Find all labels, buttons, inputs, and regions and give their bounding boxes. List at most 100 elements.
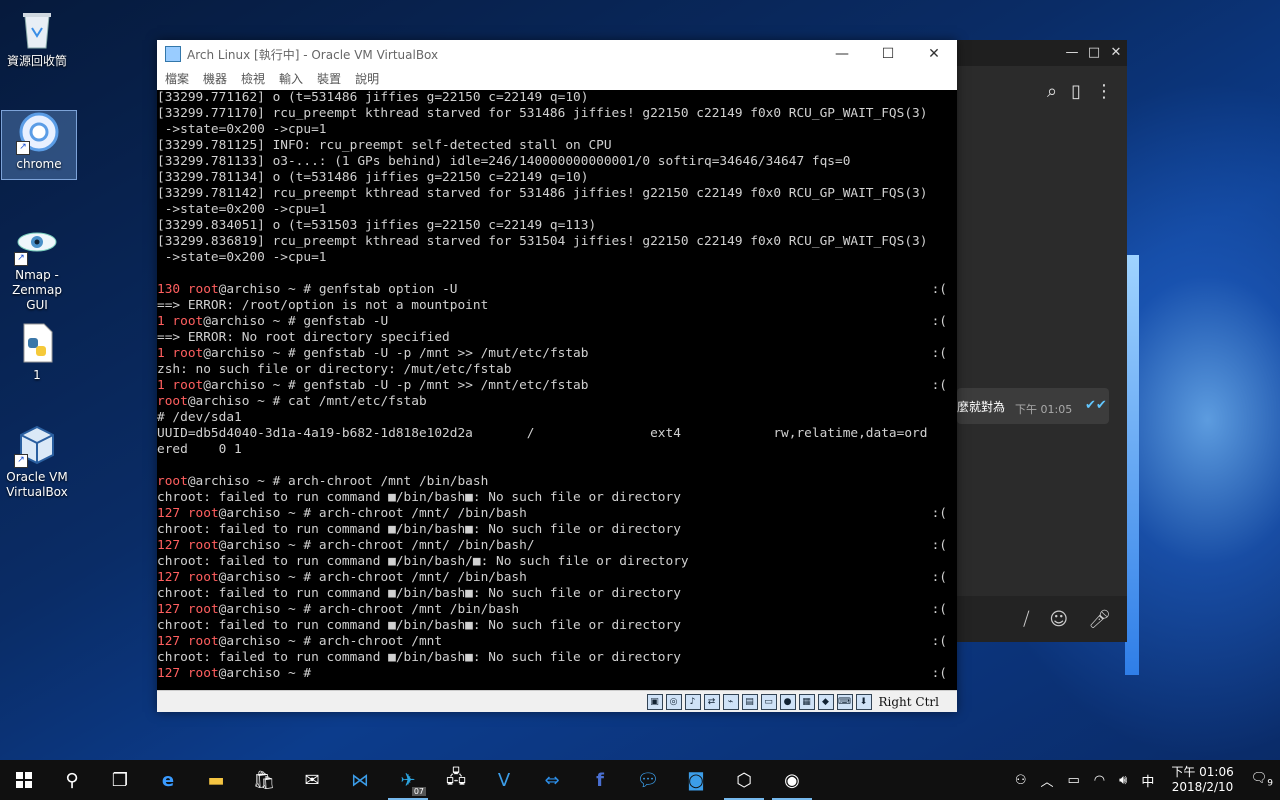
virtualbox-cube-icon: ↗ bbox=[14, 424, 58, 468]
terminal-line: ->state=0x200 ->cpu=1 bbox=[157, 202, 327, 217]
wifi-icon[interactable]: ◠ bbox=[1094, 773, 1105, 788]
menu-input[interactable]: 輸入 bbox=[279, 68, 303, 90]
window-titlebar[interactable]: Arch Linux [執行中] - Oracle VM VirtualBox … bbox=[157, 40, 957, 68]
maximize-icon[interactable]: □ bbox=[1083, 40, 1105, 66]
desktop-icon-recycle-bin[interactable]: 資源回收筒 bbox=[0, 8, 74, 69]
clock[interactable]: 下午 01:06 2018/2/10 bbox=[1171, 765, 1233, 795]
terminal-line: [33299.781134] o (t=531486 jiffies g=221… bbox=[157, 170, 589, 185]
network-icon[interactable]: ⇄ bbox=[703, 693, 720, 710]
clock-time: 下午 01:06 bbox=[1171, 765, 1234, 779]
desktop-icon-label: 資源回收筒 bbox=[6, 54, 67, 68]
search-icon[interactable]: ⚲ bbox=[48, 760, 96, 800]
show-hidden-icons[interactable]: ︿ bbox=[1040, 771, 1053, 790]
desktop-icon-python-file[interactable]: 1 bbox=[0, 322, 74, 383]
search-icon[interactable]: ⌕ bbox=[1047, 81, 1057, 102]
telegram-icon[interactable]: ✈ 07 bbox=[384, 760, 432, 800]
close-icon[interactable]: ✕ bbox=[911, 40, 957, 68]
window-title: Arch Linux [執行中] - Oracle VM VirtualBox bbox=[187, 47, 439, 62]
more-options-icon[interactable]: ⋮ bbox=[1095, 81, 1113, 102]
ime-indicator[interactable]: 中 bbox=[1141, 771, 1154, 790]
desktop-icon-nmap[interactable]: ↗ Nmap - Zenmap GUI bbox=[0, 222, 74, 313]
microphone-icon[interactable]: 🎤︎ bbox=[1088, 609, 1111, 630]
shortcut-arrow-icon: ↗ bbox=[14, 454, 28, 468]
mail-icon[interactable]: ✉ bbox=[288, 760, 336, 800]
shortcut-arrow-icon: ↗ bbox=[14, 252, 28, 266]
exit-code: 127 bbox=[157, 506, 188, 521]
keyboard-capture-icon[interactable]: ⌨ bbox=[836, 693, 853, 710]
exit-code: 1 bbox=[157, 378, 173, 393]
maximize-icon[interactable]: ☐ bbox=[865, 40, 911, 68]
usb-icon[interactable]: ⌁ bbox=[722, 693, 739, 710]
terminal-line: 127 root@archiso ~ # arch-chroot /mnt/ /… bbox=[157, 570, 957, 586]
prompt-command: @archiso ~ # arch-chroot /mnt bbox=[218, 634, 443, 649]
terminal-line: [33299.836819] rcu_preempt kthread starv… bbox=[157, 234, 928, 249]
terminal-output: [33299.771162] o (t=531486 jiffies g=221… bbox=[157, 90, 957, 682]
teamviewer-icon[interactable]: ⇔ bbox=[528, 760, 576, 800]
exit-code: 127 bbox=[157, 666, 188, 681]
commands-icon[interactable]: ⧸ bbox=[1023, 609, 1029, 630]
prompt-user: root bbox=[187, 570, 219, 585]
vm-terminal-screen[interactable]: [33299.771162] o (t=531486 jiffies g=221… bbox=[157, 90, 957, 690]
network-tool-icon[interactable]: 🖧 bbox=[432, 760, 480, 800]
sidebar-toggle-icon[interactable]: ▯ bbox=[1071, 81, 1081, 102]
edge-icon[interactable]: e bbox=[144, 760, 192, 800]
emoji-icon[interactable]: ☺ bbox=[1049, 609, 1068, 630]
prompt-status: :( bbox=[931, 378, 947, 393]
menu-view[interactable]: 檢視 bbox=[241, 68, 265, 90]
battery-icon[interactable]: ▭ bbox=[1067, 773, 1079, 788]
exit-code: 1 bbox=[157, 346, 173, 361]
audio-icon[interactable]: ♪ bbox=[684, 693, 701, 710]
video-capture-icon[interactable]: ● bbox=[779, 693, 796, 710]
vm-status-bar: ▣ ◎ ♪ ⇄ ⌁ ▤ ▭ ● ▦ ◆ ⌨ ⬇ Right Ctrl bbox=[157, 690, 957, 712]
terminal-line: # /dev/sda1 bbox=[157, 410, 242, 425]
shared-folders-icon[interactable]: ▤ bbox=[741, 693, 758, 710]
prompt-command: @archiso ~ # genfstab -U bbox=[203, 314, 389, 329]
facebook-icon[interactable]: f bbox=[576, 760, 624, 800]
menu-help[interactable]: 說明 bbox=[355, 68, 379, 90]
menu-devices[interactable]: 裝置 bbox=[317, 68, 341, 90]
chrome-taskbar-icon[interactable]: ◉ bbox=[768, 760, 816, 800]
terminal-line: 127 root@archiso ~ # arch-chroot /mnt /b… bbox=[157, 602, 957, 618]
menu-machine[interactable]: 機器 bbox=[203, 68, 227, 90]
messenger-icon[interactable]: 💬︎ bbox=[624, 760, 672, 800]
close-icon[interactable]: ✕ bbox=[1105, 40, 1127, 66]
system-tray: ⚇ ︿ ▭ ◠ 🔊︎ 中 下午 01:06 2018/2/10 🗨︎9 bbox=[1008, 760, 1280, 800]
prompt-status: :( bbox=[931, 666, 947, 681]
action-center-icon[interactable]: 🗨︎9 bbox=[1251, 771, 1273, 789]
terminal-line: chroot: failed to run command ■/bin/bash… bbox=[157, 554, 689, 569]
display-icon[interactable]: ▭ bbox=[760, 693, 777, 710]
cpu-icon[interactable]: ▦ bbox=[798, 693, 815, 710]
vnc-icon[interactable]: V bbox=[480, 760, 528, 800]
mouse-integration-icon[interactable]: ◆ bbox=[817, 693, 834, 710]
prompt-status: :( bbox=[931, 634, 947, 649]
prompt-user: root bbox=[187, 506, 219, 521]
desktop-icon-virtualbox[interactable]: ↗ Oracle VM VirtualBox bbox=[0, 424, 74, 500]
file-explorer-icon[interactable]: ▬ bbox=[192, 760, 240, 800]
task-view-icon[interactable]: ❐ bbox=[96, 760, 144, 800]
terminal-line: 127 root@archiso ~ #:( bbox=[157, 666, 957, 682]
visual-studio-code-icon[interactable]: ⋈ bbox=[336, 760, 384, 800]
terminal-line: 127 root@archiso ~ # arch-chroot /mnt/ /… bbox=[157, 538, 957, 554]
host-key-arrow-icon[interactable]: ⬇ bbox=[855, 693, 872, 710]
start-button[interactable] bbox=[0, 760, 48, 800]
minimize-icon[interactable]: — bbox=[1061, 40, 1083, 66]
terminal-line: [33299.771170] rcu_preempt kthread starv… bbox=[157, 106, 928, 121]
volume-icon[interactable]: 🔊︎ bbox=[1119, 773, 1127, 788]
taskbar: ⚲ ❐ e ▬ 🛍︎ ✉ ⋈ ✈ 07 🖧 V ⇔ f 💬︎ ◙ ⬡ ◉ ⚇ ︿ … bbox=[0, 760, 1280, 800]
terminal-line: 127 root@archiso ~ # arch-chroot /mnt/ /… bbox=[157, 506, 957, 522]
people-icon[interactable]: ⚇ bbox=[1015, 773, 1027, 788]
prompt-command: @archiso ~ # genfstab -U -p /mnt >> /mut… bbox=[203, 346, 589, 361]
hard-disk-icon[interactable]: ▣ bbox=[646, 693, 663, 710]
virtualbox-taskbar-icon[interactable]: ⬡ bbox=[720, 760, 768, 800]
instagram-icon[interactable]: ◙ bbox=[672, 760, 720, 800]
desktop-icon-chrome[interactable]: ↗ chrome bbox=[1, 110, 77, 180]
desktop-icon-label: Nmap - Zenmap GUI bbox=[12, 268, 62, 312]
menu-file[interactable]: 檔案 bbox=[165, 68, 189, 90]
prompt-user: root bbox=[172, 378, 204, 393]
optical-drive-icon[interactable]: ◎ bbox=[665, 693, 682, 710]
prompt-user: root bbox=[157, 394, 188, 409]
minimize-icon[interactable]: — bbox=[819, 40, 865, 68]
prompt-status: :( bbox=[931, 282, 947, 297]
shortcut-arrow-icon: ↗ bbox=[16, 141, 30, 155]
store-icon[interactable]: 🛍︎ bbox=[240, 760, 288, 800]
